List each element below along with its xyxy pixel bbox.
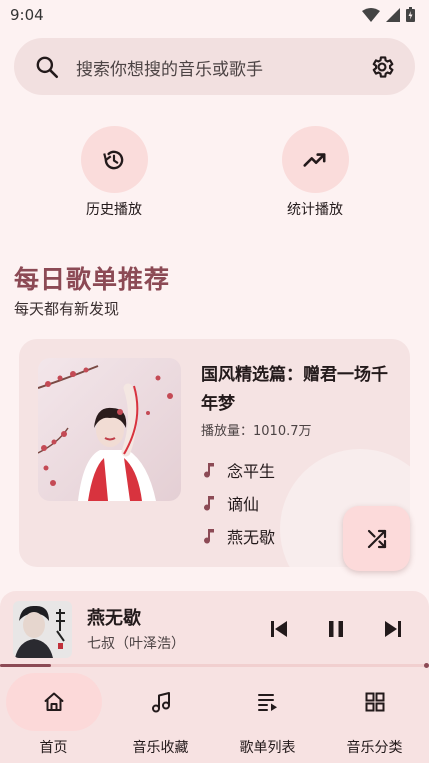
signal-icon [386,7,400,22]
progress-end-dot [424,663,429,668]
bottom-nav: 首页 音乐收藏 歌单列表 音乐分类 [0,669,429,763]
battery-icon [406,7,415,22]
gear-icon[interactable] [369,54,395,80]
section-subtitle: 每天都有新发现 [14,300,120,318]
nav-favorites[interactable]: 音乐收藏 [107,669,214,763]
history-play-label: 历史播放 [86,202,142,218]
playlist-cover-image [38,358,181,501]
skip-previous-icon[interactable] [268,618,290,640]
nav-playlists-pill[interactable] [220,673,316,731]
skip-next-icon[interactable] [382,618,404,640]
wifi-icon [362,7,380,22]
status-bar: 9:04 [0,0,429,30]
playlist-icon [257,694,277,711]
music-note-icon [204,495,214,511]
category-icon [365,692,384,712]
music-note-icon [151,692,170,713]
now-playing-cover-image [13,601,72,658]
section-title: 每日歌单推荐 [14,265,171,294]
trending-up-icon [303,152,326,167]
shuffle-icon [367,529,386,548]
nav-home-pill[interactable] [5,673,102,731]
nav-home[interactable]: 首页 [0,669,107,763]
song-title: 燕无歇 [227,527,276,547]
playlist-cover[interactable] [38,358,181,501]
playback-progress[interactable] [0,663,429,668]
music-note-icon [204,462,214,478]
playback-progress-fill [0,664,52,667]
now-playing-cover[interactable] [13,601,72,658]
now-playing-title[interactable]: 燕无歇 [87,604,141,630]
playlist-title[interactable]: 国风精选篇：赠君一场千年梦 [201,361,391,419]
play-count: 播放量：1010.7万 [201,424,312,439]
nav-playlists-label: 歌单列表 [239,740,296,756]
status-time: 9:04 [10,6,44,24]
search-icon [36,56,59,79]
song-item[interactable]: 念平生 [201,453,275,486]
history-icon [103,150,124,169]
home-icon [44,692,63,711]
song-list: 念平生 谪仙 燕无歇 [201,453,275,552]
shuffle-button[interactable] [343,506,410,571]
nav-categories-pill[interactable] [327,673,423,731]
stats-play-button[interactable]: 统计播放 [255,126,375,219]
stats-play-label: 统计播放 [287,202,343,218]
nav-favorites-label: 音乐收藏 [132,740,189,756]
search-bar[interactable]: 搜索你想搜的音乐或歌手 [14,38,415,95]
stats-button-circle[interactable] [281,126,349,193]
history-play-button[interactable]: 历史播放 [54,126,174,219]
song-title: 谪仙 [227,494,260,514]
nav-favorites-pill[interactable] [113,673,209,731]
nav-playlists[interactable]: 歌单列表 [214,669,321,763]
history-button-circle[interactable] [80,126,148,193]
search-input[interactable]: 搜索你想搜的音乐或歌手 [76,55,263,80]
music-note-icon [204,528,214,544]
nav-categories-label: 音乐分类 [346,740,403,756]
nav-categories[interactable]: 音乐分类 [321,669,428,763]
status-icons [362,7,415,22]
mini-player[interactable]: 燕无歇 七叔（叶泽浩） [0,591,429,669]
now-playing-artist: 七叔（叶泽浩） [87,636,185,652]
song-item[interactable]: 谪仙 [201,486,275,519]
nav-home-label: 首页 [39,740,68,756]
pause-icon[interactable] [325,618,347,640]
song-item[interactable]: 燕无歇 [201,519,275,552]
song-title: 念平生 [227,461,276,481]
